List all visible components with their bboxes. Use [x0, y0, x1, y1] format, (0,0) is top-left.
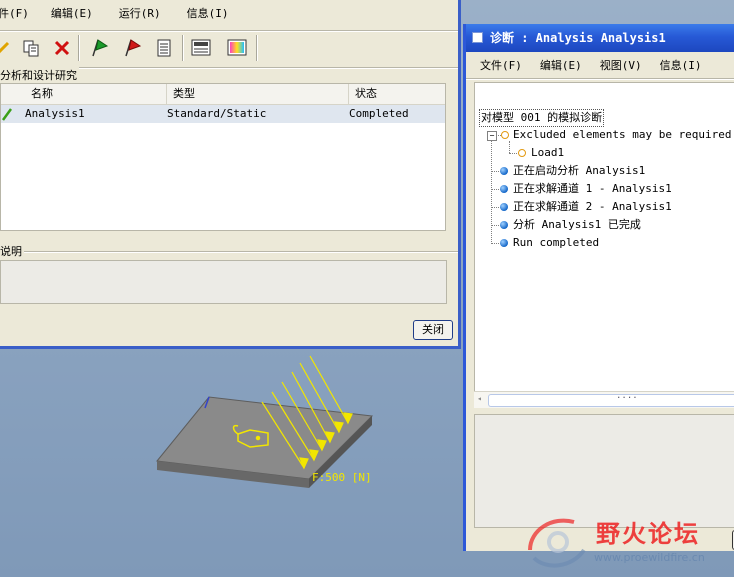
diagnostics-tree: 对模型 001 的模拟诊断 − Excluded elements may be…	[474, 82, 734, 408]
info-icon	[500, 203, 508, 211]
title-bar[interactable]: 诊断 : Analysis Analysis1	[466, 24, 734, 52]
row-type: Standard/Static	[167, 107, 267, 120]
tree-collapse-toggle[interactable]: −	[487, 131, 497, 141]
horizontal-scrollbar[interactable]: ◂ ....	[474, 391, 734, 408]
start-flag-icon[interactable]	[88, 35, 110, 61]
col-header-name[interactable]: 名称	[25, 84, 167, 104]
menu-view[interactable]: 视图(V)	[594, 57, 648, 75]
row-edit-icon	[1, 107, 13, 127]
model-viewport[interactable]: F:500 [N]	[0, 349, 463, 577]
forum-logo-icon	[528, 518, 586, 568]
menu-file[interactable]: 文件(F)	[474, 57, 528, 75]
watermark-url: www.proewildfire.cn	[594, 551, 705, 564]
menu-bar: 件(F) 编辑(E) 运行(R) 信息(I)	[0, 5, 235, 23]
tree-item[interactable]: 正在求解通道 1 - Analysis1	[513, 181, 672, 197]
study-table: 名称 类型 状态 Analysis1 Standard/Static Compl…	[0, 83, 446, 231]
report-icon[interactable]	[190, 35, 212, 61]
diag-menu-bar: 文件(F) 编辑(E) 视图(V) 信息(I)	[474, 57, 708, 75]
window-title: 诊断 : Analysis Analysis1	[490, 31, 666, 45]
description-label: 说明	[0, 243, 24, 259]
menu-edit[interactable]: 编辑(E)	[45, 5, 99, 23]
tree-item[interactable]: 正在启动分析 Analysis1	[513, 163, 645, 179]
tree-item[interactable]: Load1	[531, 145, 564, 161]
study-group-label: 分析和设计研究	[0, 67, 79, 83]
scroll-thumb[interactable]: ....	[488, 391, 734, 407]
menu-info[interactable]: 信息(I)	[181, 5, 235, 23]
tree-header[interactable]: 对模型 001 的模拟诊断	[479, 109, 605, 127]
description-field[interactable]	[0, 260, 447, 304]
status-list-icon[interactable]	[153, 35, 175, 61]
warning-icon	[518, 149, 526, 157]
tree-item[interactable]: Run completed	[513, 235, 599, 251]
watermark-title: 野火论坛	[596, 520, 700, 548]
col-header-type[interactable]: 类型	[167, 84, 349, 104]
tree-item[interactable]: Excluded elements may be required near	[513, 127, 734, 143]
diagnostics-window: 诊断 : Analysis Analysis1 文件(F) 编辑(E) 视图(V…	[463, 24, 734, 551]
warning-icon	[501, 131, 509, 139]
info-icon	[500, 167, 508, 175]
results-icon[interactable]	[226, 35, 248, 61]
message-area[interactable]	[474, 414, 734, 528]
delete-x-icon[interactable]	[51, 35, 73, 61]
load-label: F:500 [N]	[312, 471, 372, 484]
tree-item[interactable]: 正在求解通道 2 - Analysis1	[513, 199, 672, 215]
edit-pencil-icon[interactable]	[0, 35, 14, 61]
scroll-grip: ....	[616, 391, 638, 401]
menu-edit[interactable]: 编辑(E)	[534, 57, 588, 75]
window-app-icon	[472, 32, 483, 43]
table-row[interactable]: Analysis1 Standard/Static Completed	[1, 105, 445, 123]
row-status: Completed	[349, 107, 409, 120]
info-icon	[500, 221, 508, 229]
tree-item[interactable]: 分析 Analysis1 已完成	[513, 217, 641, 233]
col-header-status[interactable]: 状态	[349, 84, 445, 104]
stop-flag-icon[interactable]	[121, 35, 143, 61]
copy-icon[interactable]	[20, 35, 42, 61]
row-name: Analysis1	[25, 107, 85, 120]
menu-file[interactable]: 件(F)	[0, 5, 35, 23]
close-button[interactable]: 关闭	[413, 320, 453, 340]
info-icon	[500, 239, 508, 247]
menu-run[interactable]: 运行(R)	[113, 5, 167, 23]
menu-info[interactable]: 信息(I)	[654, 57, 708, 75]
analysis-studies-dialog: 件(F) 编辑(E) 运行(R) 信息(I) 分析和设计研究 名称 类型 状态	[0, 0, 461, 349]
info-icon	[500, 185, 508, 193]
scroll-left-arrow-icon[interactable]: ◂	[477, 394, 482, 403]
